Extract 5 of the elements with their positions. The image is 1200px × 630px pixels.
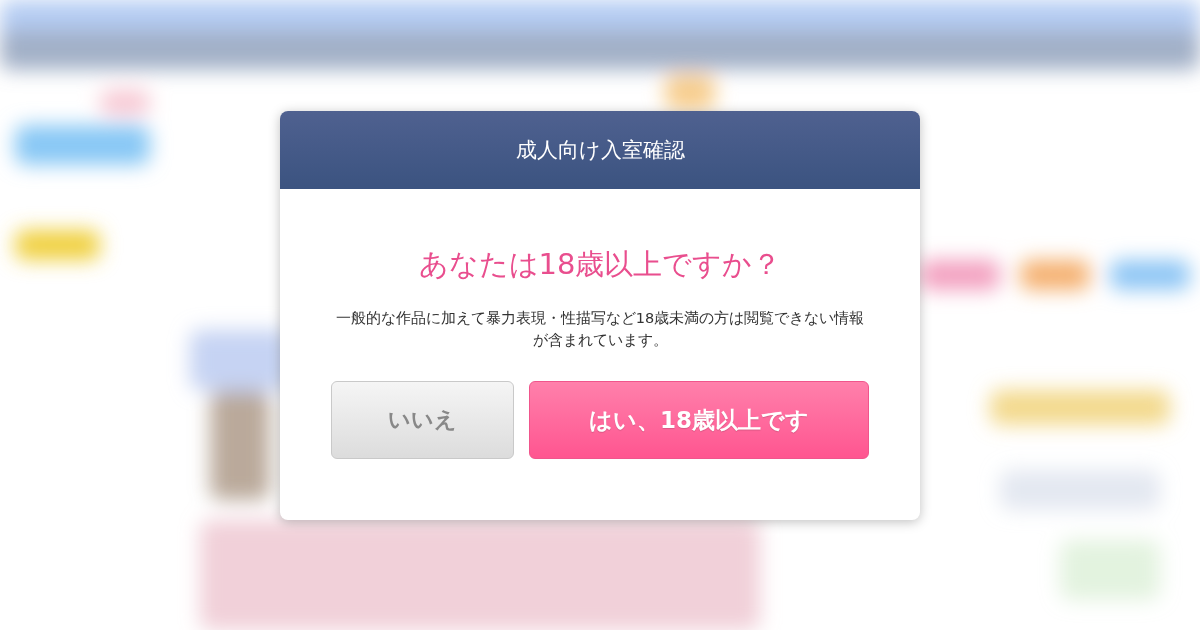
warning-message: 一般的な作品に加えて暴力表現・性描写など18歳未満の方は閲覧できない情報が含まれています。 xyxy=(335,309,865,350)
accept-button[interactable]: はい、18歳以上です xyxy=(529,381,869,459)
dialog-title: 成人向け入室確認 xyxy=(515,137,685,164)
decline-button[interactable]: いいえ xyxy=(331,381,514,459)
age-question: あなたは18歳以上ですか？ xyxy=(418,246,782,283)
